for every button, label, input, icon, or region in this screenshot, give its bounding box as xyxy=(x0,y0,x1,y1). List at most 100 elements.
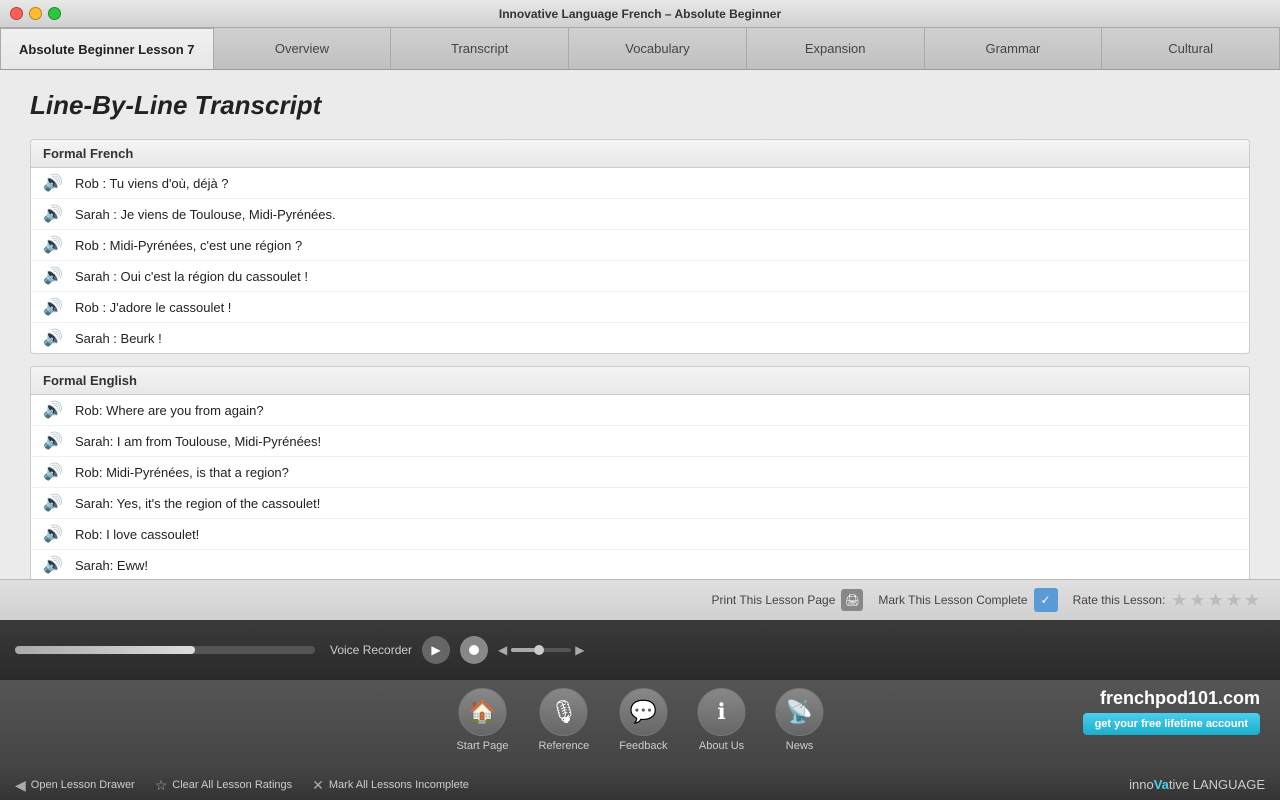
print-action[interactable]: Print This Lesson Page 🖨 xyxy=(712,589,864,611)
audio-play-en-3[interactable]: 🔊 xyxy=(41,462,65,482)
nav-about[interactable]: ℹ About Us xyxy=(698,688,746,752)
clear-ratings-button[interactable]: ☆ Clear All Lesson Ratings xyxy=(155,777,292,794)
record-button[interactable] xyxy=(460,636,488,664)
volume-track[interactable] xyxy=(511,648,571,652)
french-line-3: 🔊 Rob : Midi-Pyrénées, c'est une région … xyxy=(31,230,1249,261)
page-title: Line-By-Line Transcript xyxy=(30,90,1250,121)
english-line-1: 🔊 Rob: Where are you from again? xyxy=(31,395,1249,426)
french-text-2: Sarah : Je viens de Toulouse, Midi-Pyrén… xyxy=(75,207,336,222)
rate-label: Rate this Lesson: xyxy=(1073,593,1166,607)
french-text-3: Rob : Midi-Pyrénées, c'est une région ? xyxy=(75,238,302,253)
volume-max-icon: ▶ xyxy=(575,643,584,657)
news-icon: 📡 xyxy=(776,688,824,736)
english-line-3: 🔊 Rob: Midi-Pyrénées, is that a region? xyxy=(31,457,1249,488)
audio-play-2[interactable]: 🔊 xyxy=(41,204,65,224)
english-text-6: Sarah: Eww! xyxy=(75,558,148,573)
free-account-button[interactable]: get your free lifetime account xyxy=(1083,713,1260,735)
french-line-1: 🔊 Rob : Tu viens d'où, déjà ? xyxy=(31,168,1249,199)
news-label: News xyxy=(786,740,814,752)
complete-label: Mark This Lesson Complete xyxy=(878,593,1027,607)
english-text-1: Rob: Where are you from again? xyxy=(75,403,264,418)
x-icon: ✕ xyxy=(312,777,324,794)
audiobar: Voice Recorder ▶ ◀ ▶ xyxy=(0,620,1280,680)
tab-grammar[interactable]: Grammar xyxy=(925,28,1103,69)
progress-bar[interactable] xyxy=(15,646,315,654)
tab-expansion[interactable]: Expansion xyxy=(747,28,925,69)
audio-play-5[interactable]: 🔊 xyxy=(41,297,65,317)
feedback-icon: 💬 xyxy=(619,688,667,736)
french-section: Formal French 🔊 Rob : Tu viens d'où, déj… xyxy=(30,139,1250,354)
tab-transcript[interactable]: Transcript xyxy=(391,28,569,69)
complete-icon: ✓ xyxy=(1034,588,1058,612)
open-drawer-button[interactable]: ◀ Open Lesson Drawer xyxy=(15,777,135,794)
star-2[interactable]: ★ xyxy=(1189,590,1205,611)
english-text-2: Sarah: I am from Toulouse, Midi-Pyrénées… xyxy=(75,434,321,449)
english-section-header: Formal English xyxy=(31,367,1249,395)
english-line-2: 🔊 Sarah: I am from Toulouse, Midi-Pyréné… xyxy=(31,426,1249,457)
maximize-button[interactable] xyxy=(48,7,61,20)
star-rating[interactable]: ★ ★ ★ ★ ★ xyxy=(1171,590,1260,611)
close-button[interactable] xyxy=(10,7,23,20)
start-page-icon: 🏠 xyxy=(458,688,506,736)
tab-overview[interactable]: Overview xyxy=(214,28,392,69)
content-area: Line-By-Line Transcript Formal French 🔊 … xyxy=(0,70,1280,579)
tab-cultural[interactable]: Cultural xyxy=(1102,28,1280,69)
tab-vocabulary[interactable]: Vocabulary xyxy=(569,28,747,69)
audio-play-4[interactable]: 🔊 xyxy=(41,266,65,286)
mark-incomplete-label: Mark All Lessons Incomplete xyxy=(329,779,469,791)
audio-play-en-2[interactable]: 🔊 xyxy=(41,431,65,451)
english-line-4: 🔊 Sarah: Yes, it's the region of the cas… xyxy=(31,488,1249,519)
reference-icon: 🎙 xyxy=(540,688,588,736)
brand-box: frenchpod101.com get your free lifetime … xyxy=(1083,688,1260,735)
drawer-icon: ◀ xyxy=(15,777,26,794)
nav-reference[interactable]: 🎙 Reference xyxy=(538,688,589,752)
star-3[interactable]: ★ xyxy=(1208,590,1224,611)
bottom-toolbar: Print This Lesson Page 🖨 Mark This Lesso… xyxy=(0,579,1280,620)
english-section: Formal English 🔊 Rob: Where are you from… xyxy=(30,366,1250,579)
french-line-4: 🔊 Sarah : Oui c'est la région du cassoul… xyxy=(31,261,1249,292)
record-dot xyxy=(469,645,479,655)
tabbar: Absolute Beginner Lesson 7 Overview Tran… xyxy=(0,28,1280,70)
french-text-4: Sarah : Oui c'est la région du cassoulet… xyxy=(75,269,308,284)
main-window: Absolute Beginner Lesson 7 Overview Tran… xyxy=(0,28,1280,800)
audio-play-en-5[interactable]: 🔊 xyxy=(41,524,65,544)
audio-play-en-4[interactable]: 🔊 xyxy=(41,493,65,513)
star-4[interactable]: ★ xyxy=(1226,590,1242,611)
star-1[interactable]: ★ xyxy=(1171,590,1187,611)
rate-action: Rate this Lesson: ★ ★ ★ ★ ★ xyxy=(1073,590,1260,611)
titlebar: Innovative Language French – Absolute Be… xyxy=(0,0,1280,28)
french-text-6: Sarah : Beurk ! xyxy=(75,331,162,346)
nav-start-page[interactable]: 🏠 Start Page xyxy=(456,688,508,752)
audio-play-1[interactable]: 🔊 xyxy=(41,173,65,193)
nav-feedback[interactable]: 💬 Feedback xyxy=(619,688,667,752)
star-icon: ☆ xyxy=(155,777,168,794)
audio-play-3[interactable]: 🔊 xyxy=(41,235,65,255)
mark-incomplete-button[interactable]: ✕ Mark All Lessons Incomplete xyxy=(312,777,469,794)
volume-slider[interactable]: ◀ ▶ xyxy=(498,643,584,657)
english-line-5: 🔊 Rob: I love cassoulet! xyxy=(31,519,1249,550)
english-line-6: 🔊 Sarah: Eww! xyxy=(31,550,1249,579)
feedback-label: Feedback xyxy=(619,740,667,752)
brand-name: frenchpod101.com xyxy=(1100,688,1260,709)
bottom-nav: 🏠 Start Page 🎙 Reference 💬 Feedback ℹ Ab… xyxy=(0,680,1280,770)
audio-play-en-6[interactable]: 🔊 xyxy=(41,555,65,575)
star-5[interactable]: ★ xyxy=(1244,590,1260,611)
about-label: About Us xyxy=(699,740,744,752)
minimize-button[interactable] xyxy=(29,7,42,20)
volume-fill xyxy=(511,648,535,652)
french-line-2: 🔊 Sarah : Je viens de Toulouse, Midi-Pyr… xyxy=(31,199,1249,230)
complete-action[interactable]: Mark This Lesson Complete ✓ xyxy=(878,588,1057,612)
audio-play-en-1[interactable]: 🔊 xyxy=(41,400,65,420)
voice-recorder-label: Voice Recorder xyxy=(330,643,412,657)
french-section-header: Formal French xyxy=(31,140,1249,168)
french-text-1: Rob : Tu viens d'où, déjà ? xyxy=(75,176,229,191)
nav-news[interactable]: 📡 News xyxy=(776,688,824,752)
start-page-label: Start Page xyxy=(456,740,508,752)
volume-thumb[interactable] xyxy=(534,645,544,655)
play-button[interactable]: ▶ xyxy=(422,636,450,664)
statusbar: ◀ Open Lesson Drawer ☆ Clear All Lesson … xyxy=(0,770,1280,800)
active-tab[interactable]: Absolute Beginner Lesson 7 xyxy=(0,28,214,69)
print-label: Print This Lesson Page xyxy=(712,593,836,607)
audio-play-6[interactable]: 🔊 xyxy=(41,328,65,348)
print-icon: 🖨 xyxy=(841,589,863,611)
